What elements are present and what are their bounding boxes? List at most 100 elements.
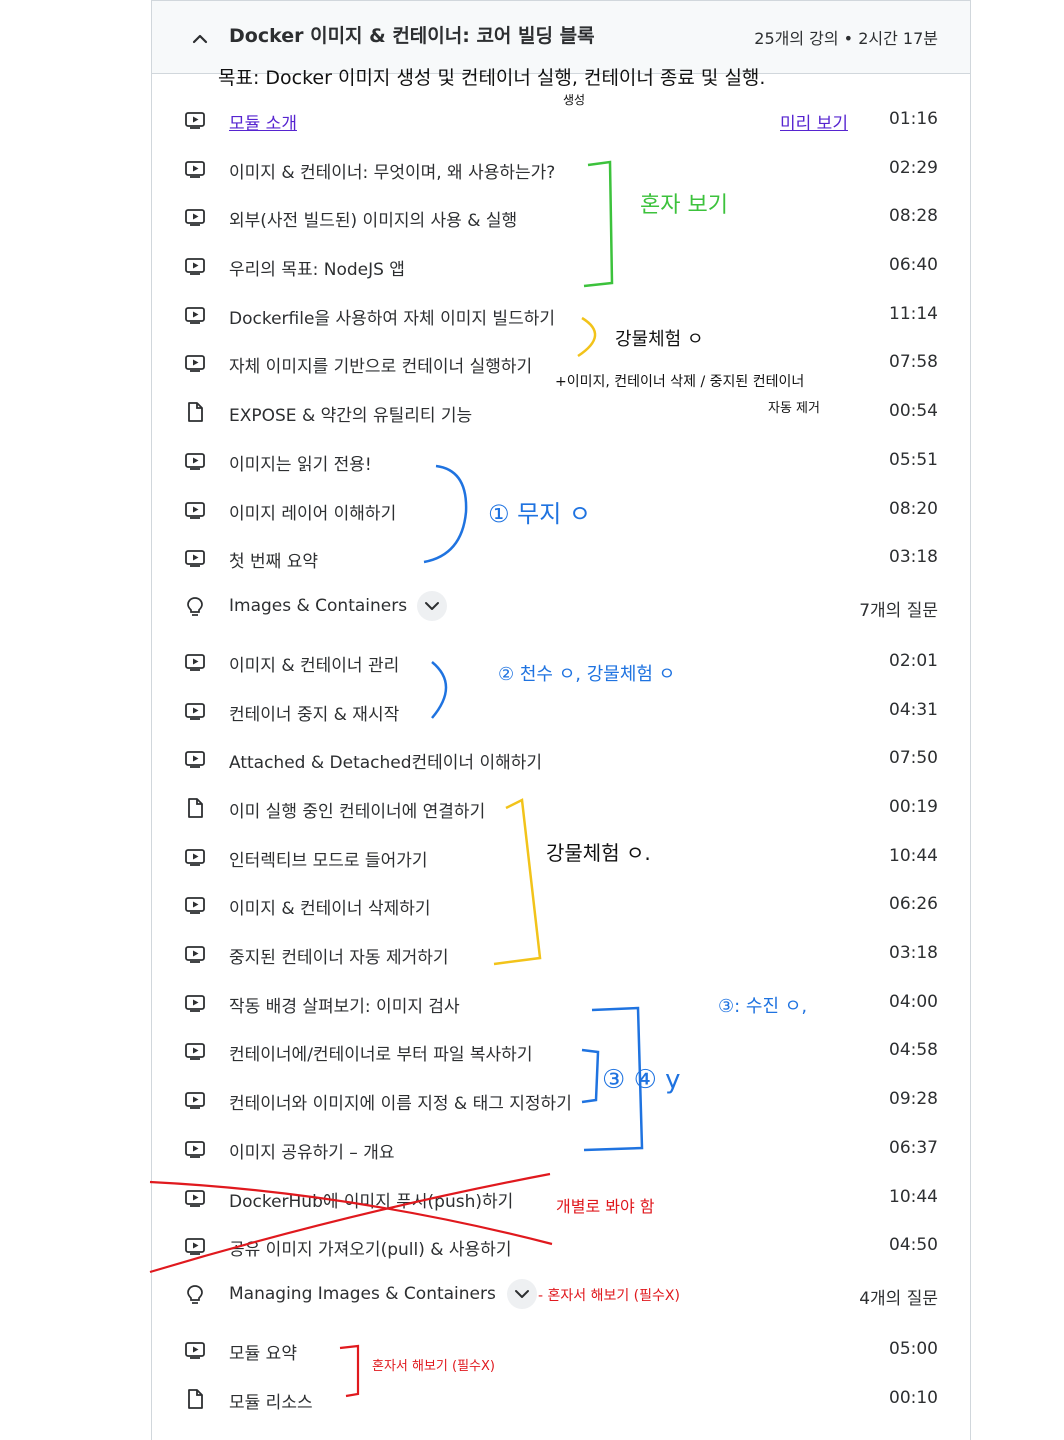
lecture-item[interactable]: 이미지 & 컨테이너: 무엇이며, 왜 사용하는가? 02:29: [152, 149, 970, 189]
video-play-icon: [184, 255, 206, 277]
lecture-item[interactable]: 모듈 요약 05:00: [152, 1330, 970, 1370]
lecture-item[interactable]: 공유 이미지 가져오기(pull) & 사용하기 04:50: [152, 1226, 970, 1266]
quiz-item[interactable]: Images & Containers 7개의 질문: [152, 587, 970, 627]
lecture-duration: 04:31: [889, 700, 938, 720]
lecture-duration: 04:58: [889, 1040, 938, 1060]
lecture-item[interactable]: 우리의 목표: NodeJS 앱 06:40: [152, 246, 970, 286]
lecture-duration: 07:58: [889, 352, 938, 372]
lecture-item[interactable]: 컨테이너 중지 & 재시작 04:31: [152, 691, 970, 731]
section-header[interactable]: Docker 이미지 & 컨테이너: 코어 빌딩 블록 25개의 강의 • 2시…: [152, 0, 970, 74]
lecture-duration: 08:20: [889, 499, 938, 519]
lecture-duration: 04:50: [889, 1235, 938, 1255]
lecture-item[interactable]: 이미지 & 컨테이너 관리 02:01: [152, 642, 970, 682]
lecture-item[interactable]: 자체 이미지를 기반으로 컨테이너 실행하기 07:58: [152, 343, 970, 383]
lecture-title: Dockerfile을 사용하여 자체 이미지 빌드하기: [229, 309, 555, 329]
video-play-icon: [184, 1235, 206, 1257]
lecture-item[interactable]: DockerHub에 이미지 푸시(push)하기 10:44: [152, 1178, 970, 1218]
video-play-icon: [184, 352, 206, 374]
lecture-title: 컨테이너 중지 & 재시작: [229, 705, 400, 725]
quiz-item[interactable]: Managing Images & Containers 4개의 질문: [152, 1275, 970, 1315]
lecture-item[interactable]: 모듈 리소스 00:10: [152, 1379, 970, 1419]
lecture-title: Attached & Detached컨테이너 이해하기: [229, 753, 543, 773]
lecture-duration: 08:28: [889, 206, 938, 226]
video-play-icon: [184, 846, 206, 868]
video-play-icon: [184, 1040, 206, 1062]
chevron-down-icon[interactable]: [507, 1279, 537, 1309]
lecture-title: 공유 이미지 가져오기(pull) & 사용하기: [229, 1240, 512, 1260]
video-play-icon: [184, 304, 206, 326]
lecture-duration: 02:01: [889, 651, 938, 671]
lecture-duration: 11:14: [889, 304, 938, 324]
lecture-duration: 10:44: [889, 1187, 938, 1207]
lecture-item[interactable]: 외부(사전 빌드된) 이미지의 사용 & 실행 08:28: [152, 197, 970, 237]
video-play-icon: [184, 109, 206, 131]
question-count: 7개의 질문: [859, 601, 938, 621]
curriculum-panel: Docker 이미지 & 컨테이너: 코어 빌딩 블록 25개의 강의 • 2시…: [151, 0, 971, 1440]
lecture-item[interactable]: 이미지 & 컨테이너 삭제하기 06:26: [152, 885, 970, 925]
video-play-icon: [184, 992, 206, 1014]
lecture-title: 우리의 목표: NodeJS 앱: [229, 260, 405, 280]
lecture-title: 컨테이너에/컨테이너로 부터 파일 복사하기: [229, 1045, 533, 1065]
video-play-icon: [184, 651, 206, 673]
lecture-title: 첫 번째 요약: [229, 552, 319, 572]
section-meta: 25개의 강의 • 2시간 17분: [754, 29, 938, 48]
lightbulb-icon: [184, 596, 206, 618]
lecture-item[interactable]: 작동 배경 살펴보기: 이미지 검사 04:00: [152, 983, 970, 1023]
video-play-icon: [184, 700, 206, 722]
video-play-icon: [184, 1187, 206, 1209]
lecture-duration: 10:44: [889, 846, 938, 866]
lecture-duration: 04:00: [889, 992, 938, 1012]
lecture-item[interactable]: EXPOSE & 약간의 유틸리티 기능 00:54: [152, 392, 970, 432]
lecture-duration: 05:00: [889, 1339, 938, 1359]
lecture-duration: 06:37: [889, 1138, 938, 1158]
lecture-item[interactable]: Attached & Detached컨테이너 이해하기 07:50: [152, 739, 970, 779]
lecture-title: DockerHub에 이미지 푸시(push)하기: [229, 1192, 514, 1212]
lecture-title: Images & Containers: [229, 596, 408, 616]
lecture-item[interactable]: 컨테이너와 이미지에 이름 지정 & 태그 지정하기 09:28: [152, 1080, 970, 1120]
preview-link[interactable]: 미리 보기: [780, 109, 848, 134]
lecture-title[interactable]: 모듈 소개: [229, 109, 297, 134]
lecture-duration: 02:29: [889, 158, 938, 178]
lecture-title: 이미 실행 중인 컨테이너에 연결하기: [229, 802, 486, 822]
lightbulb-icon: [184, 1284, 206, 1306]
question-count: 4개의 질문: [859, 1289, 938, 1309]
lecture-title: 컨테이너와 이미지에 이름 지정 & 태그 지정하기: [229, 1094, 572, 1114]
lecture-title: 이미지 공유하기 – 개요: [229, 1143, 395, 1163]
section-title: Docker 이미지 & 컨테이너: 코어 빌딩 블록: [229, 25, 595, 47]
lecture-item[interactable]: 첫 번째 요약 03:18: [152, 538, 970, 578]
lecture-title: 이미지 레이어 이해하기: [229, 504, 397, 524]
lecture-item[interactable]: 중지된 컨테이너 자동 제거하기 03:18: [152, 934, 970, 974]
lecture-title: 자체 이미지를 기반으로 컨테이너 실행하기: [229, 357, 533, 377]
lecture-item[interactable]: 이미지 공유하기 – 개요 06:37: [152, 1129, 970, 1169]
lecture-duration: 05:51: [889, 450, 938, 470]
video-play-icon: [184, 1138, 206, 1160]
lecture-title: 이미지는 읽기 전용!: [229, 455, 372, 475]
lecture-title: 이미지 & 컨테이너 삭제하기: [229, 899, 431, 919]
lecture-title: 모듈 요약: [229, 1344, 297, 1364]
chevron-up-icon[interactable]: [188, 27, 212, 51]
lecture-duration: 00:10: [889, 1388, 938, 1408]
lecture-duration: 03:18: [889, 943, 938, 963]
lecture-item[interactable]: 인터렉티브 모드로 들어가기 10:44: [152, 837, 970, 877]
lecture-item[interactable]: Dockerfile을 사용하여 자체 이미지 빌드하기 11:14: [152, 295, 970, 335]
lecture-duration: 00:19: [889, 797, 938, 817]
lecture-title: 이미지 & 컨테이너: 무엇이며, 왜 사용하는가?: [229, 163, 556, 183]
lecture-item[interactable]: 이미지 레이어 이해하기 08:20: [152, 490, 970, 530]
document-icon: [184, 797, 206, 819]
lecture-item[interactable]: 이미 실행 중인 컨테이너에 연결하기 00:19: [152, 788, 970, 828]
chevron-down-icon[interactable]: [417, 591, 447, 621]
lecture-duration: 09:28: [889, 1089, 938, 1109]
document-icon: [184, 401, 206, 423]
lecture-title: 인터렉티브 모드로 들어가기: [229, 851, 428, 871]
video-play-icon: [184, 943, 206, 965]
lecture-item[interactable]: 이미지는 읽기 전용! 05:51: [152, 441, 970, 481]
lecture-duration: 06:26: [889, 894, 938, 914]
video-play-icon: [184, 158, 206, 180]
video-play-icon: [184, 894, 206, 916]
lecture-item[interactable]: 컨테이너에/컨테이너로 부터 파일 복사하기 04:58: [152, 1031, 970, 1071]
lecture-duration: 01:16: [889, 109, 938, 129]
lecture-title: Managing Images & Containers: [229, 1284, 496, 1304]
video-play-icon: [184, 499, 206, 521]
lecture-item[interactable]: 모듈 소개 미리 보기 01:16: [152, 100, 970, 140]
lecture-duration: 06:40: [889, 255, 938, 275]
